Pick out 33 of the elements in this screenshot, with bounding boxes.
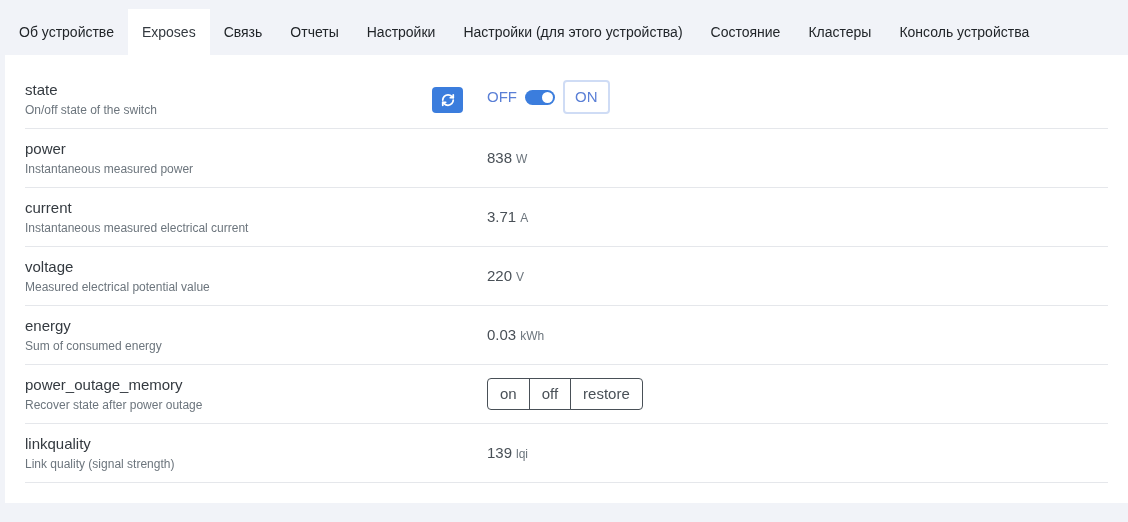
value-text: 3.71 xyxy=(487,206,517,227)
unit-text: lqi xyxy=(516,445,529,463)
property-description: Recover state after power outage xyxy=(25,396,204,414)
property-name: power_outage_memory xyxy=(25,374,184,395)
property-description: Link quality (signal strength) xyxy=(25,455,176,473)
option-button[interactable]: on xyxy=(487,378,530,410)
off-label: OFF xyxy=(487,86,517,107)
option-button[interactable]: restore xyxy=(570,378,643,410)
property-name: linkquality xyxy=(25,433,92,454)
refresh-button[interactable] xyxy=(432,87,463,113)
value-text: 838 xyxy=(487,147,513,168)
property-name: voltage xyxy=(25,256,75,277)
refresh-icon xyxy=(440,93,455,107)
on-button[interactable]: ON xyxy=(563,79,610,115)
property-name: current xyxy=(25,197,73,218)
unit-text: V xyxy=(516,268,525,286)
toggle-switch[interactable] xyxy=(525,89,555,105)
property-description: Measured electrical potential value xyxy=(25,278,211,296)
property-description: Instantaneous measured power xyxy=(25,160,195,178)
value-text: 139 xyxy=(487,442,513,463)
unit-text: kWh xyxy=(520,327,545,345)
value-text: 0.03 xyxy=(487,324,517,345)
option-button[interactable]: off xyxy=(528,378,572,410)
value-text: 220 xyxy=(487,265,513,286)
property-description: Sum of consumed energy xyxy=(25,337,163,355)
property-description: Instantaneous measured electrical current xyxy=(25,219,250,237)
unit-text: A xyxy=(520,209,529,227)
property-name: power xyxy=(25,138,67,159)
property-name: state xyxy=(25,79,59,100)
tab[interactable]: Exposes xyxy=(127,9,210,55)
property-description: On/off state of the switch xyxy=(25,101,158,119)
unit-text: W xyxy=(516,150,528,168)
property-name: energy xyxy=(25,315,72,336)
